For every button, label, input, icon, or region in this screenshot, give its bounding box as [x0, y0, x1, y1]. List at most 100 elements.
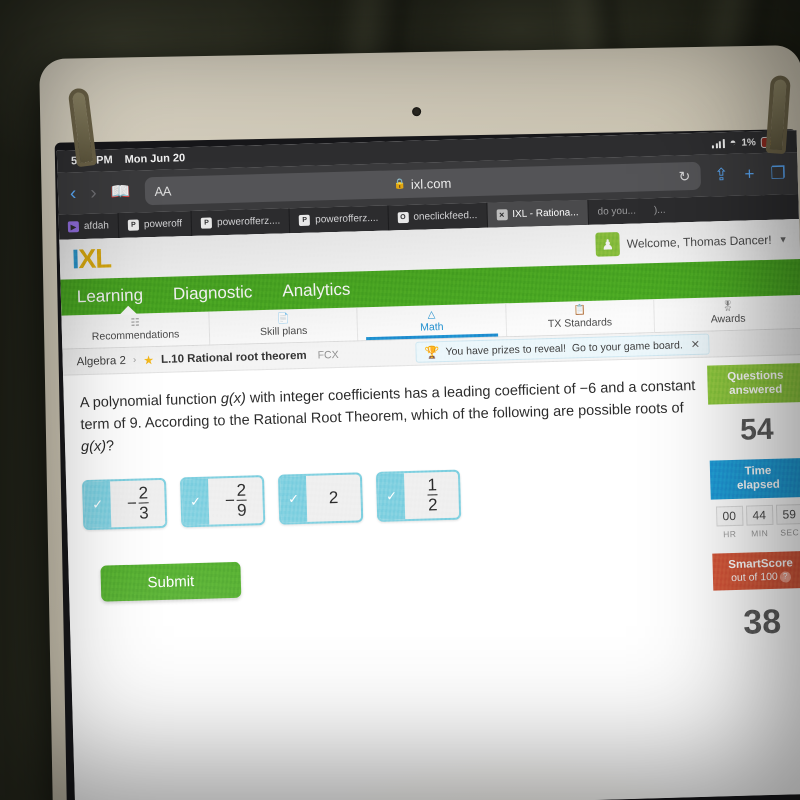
- fraction-numerator: 2: [138, 483, 149, 503]
- book-icon[interactable]: 📖: [110, 182, 130, 203]
- browser-tab[interactable]: P powerofferz....: [289, 205, 389, 234]
- browser-tab[interactable]: O oneclickfeed...: [388, 202, 488, 231]
- ixl-logo[interactable]: I XL: [71, 243, 111, 275]
- chevron-down-icon: ▼: [778, 234, 788, 245]
- photo-backdrop: 5:56 PM Mon Jun 20 ◓ 1% ⚡ ‹ › 📖 AA 🔒: [0, 0, 800, 800]
- answer-value: − 2 3: [110, 480, 165, 527]
- smartscore-badge: SmartScore out of 100?: [712, 550, 800, 591]
- tab-title: do you...: [597, 205, 637, 218]
- user-icon: ♟: [595, 232, 621, 257]
- answer-choice[interactable]: ✓ 2: [277, 472, 364, 525]
- fraction-sign: −: [126, 493, 138, 514]
- tab-title: powerofferz....: [315, 212, 379, 226]
- question-line3-a: following are possible roots of: [492, 400, 684, 422]
- clock-seconds-label: SEC: [780, 526, 800, 538]
- time-elapsed-badge: Time elapsed: [709, 457, 800, 500]
- nav-item-analytics[interactable]: Analytics: [282, 280, 351, 302]
- awards-icon: 🎖: [721, 300, 735, 313]
- tablet-screen: 5:56 PM Mon Jun 20 ◓ 1% ⚡ ‹ › 📖 AA 🔒: [56, 130, 800, 800]
- questions-answered-value: 54: [739, 412, 774, 447]
- o-favicon: O: [397, 211, 409, 224]
- browser-tab[interactable]: )...: [645, 198, 675, 224]
- skill-plans-icon: 📄: [276, 313, 290, 325]
- x-favicon: ✕: [496, 209, 508, 221]
- account-menu[interactable]: ♟ Welcome, Thomas Dancer! ▼: [595, 227, 788, 257]
- plus-icon[interactable]: +: [744, 164, 754, 184]
- answer-choice[interactable]: ✓ − 2 3: [81, 478, 168, 531]
- browser-tab[interactable]: ▶ afdah: [58, 213, 120, 240]
- trophy-icon: 🏆: [424, 344, 440, 360]
- clock-hours-label: HR: [722, 528, 737, 539]
- standards-icon: 📋: [573, 305, 587, 317]
- time-badge-line2: elapsed: [736, 478, 780, 492]
- subnav-item-awards[interactable]: 🎖 Awards: [654, 295, 800, 332]
- chevron-right-icon[interactable]: ›: [90, 182, 97, 203]
- subnav-label: Math: [420, 321, 444, 334]
- clock-segment-hours: 00 HR: [715, 505, 744, 539]
- question-line1-b: with integer coefficients has a leading …: [245, 380, 597, 407]
- star-icon[interactable]: ★: [143, 353, 154, 367]
- skill-code: FCX: [317, 348, 339, 362]
- submit-button[interactable]: Submit: [100, 562, 242, 602]
- question-area: A polynomial function g(x) with integer …: [63, 355, 800, 642]
- tab-title: powerofferz....: [216, 215, 281, 229]
- questions-badge-line2: answered: [729, 383, 783, 398]
- subnav-item-skill-plans[interactable]: 📄 Skill plans: [209, 307, 359, 345]
- chevron-left-icon[interactable]: ‹: [70, 183, 77, 204]
- wifi-icon: ◓: [729, 136, 737, 149]
- close-icon[interactable]: ✕: [691, 338, 701, 351]
- tab-title: poweroff: [143, 218, 183, 231]
- fraction-denominator: 9: [236, 499, 247, 521]
- nav-item-diagnostic[interactable]: Diagnostic: [173, 282, 253, 304]
- clock-hours-value: 00: [715, 505, 744, 526]
- smartscore-value: 38: [742, 602, 782, 642]
- subnav-item-recommendations[interactable]: ☷ Recommendations: [61, 311, 211, 349]
- nav-item-learning[interactable]: Learning: [77, 285, 144, 307]
- answer-choice[interactable]: ✓ − 2 9: [179, 475, 266, 528]
- reload-icon[interactable]: ↻: [678, 168, 690, 185]
- math-icon: △: [427, 309, 436, 321]
- fraction-numerator: 2: [236, 480, 247, 501]
- tab-title: afdah: [83, 220, 110, 233]
- question-var-1: g(x): [220, 390, 247, 408]
- status-date: Mon Jun 20: [124, 152, 186, 166]
- clock-segment-seconds: 59 SEC: [775, 503, 800, 538]
- clock-minutes-value: 44: [745, 504, 773, 526]
- clock-minutes-label: MIN: [751, 527, 769, 538]
- breadcrumb-course[interactable]: Algebra 2: [77, 354, 127, 367]
- questions-answered-badge: Questions answered: [707, 362, 800, 405]
- video-favicon: ▶: [67, 221, 80, 233]
- question-line3-b: ?: [105, 437, 115, 454]
- tab-title: oneclickfeed...: [413, 210, 478, 223]
- browser-tab-active[interactable]: ✕ IXL - Rationa...: [486, 199, 589, 228]
- browser-tab[interactable]: do you...: [588, 198, 645, 225]
- p-favicon: P: [127, 219, 140, 231]
- game-board-link[interactable]: Go to your game board.: [572, 339, 683, 354]
- subnav-label: Recommendations: [91, 328, 180, 343]
- subnav-item-tx-standards[interactable]: 📋 TX Standards: [505, 299, 655, 337]
- front-camera-icon: [412, 107, 422, 117]
- recommendations-icon: ☷: [130, 317, 140, 329]
- browser-tab[interactable]: P powerofferz....: [191, 208, 291, 236]
- subnav-item-math[interactable]: △ Math: [357, 303, 507, 341]
- tablet-device: 5:56 PM Mon Jun 20 ◓ 1% ⚡ ‹ › 📖 AA 🔒: [39, 45, 800, 800]
- question-mark-icon[interactable]: ?: [779, 571, 791, 583]
- stats-panel: Questions answered 54 Time elapsed 00 HR: [707, 362, 800, 644]
- share-icon[interactable]: ⇪: [714, 165, 729, 185]
- question-var-2: g(x): [80, 437, 107, 455]
- tabs-icon[interactable]: ❐: [770, 163, 786, 183]
- check-icon: ✓: [377, 473, 406, 521]
- battery-percent: 1%: [741, 136, 756, 149]
- subnav-label: TX Standards: [547, 316, 613, 331]
- browser-tab[interactable]: P poweroff: [118, 210, 193, 239]
- answer-choice[interactable]: ✓ 1 2: [375, 469, 462, 523]
- cellular-bars-icon: [712, 138, 725, 148]
- prize-text: You have prizes to reveal!: [445, 342, 567, 358]
- breadcrumb-skill: L.10 Rational root theorem: [160, 349, 307, 366]
- check-icon: ✓: [182, 478, 210, 526]
- chevron-right-icon: ›: [132, 354, 137, 366]
- logo-letters-xl: XL: [77, 242, 112, 274]
- answer-value: − 2 9: [208, 477, 263, 524]
- question-text: A polynomial function g(x) with integer …: [80, 376, 702, 459]
- subnav-label: Skill plans: [259, 324, 308, 339]
